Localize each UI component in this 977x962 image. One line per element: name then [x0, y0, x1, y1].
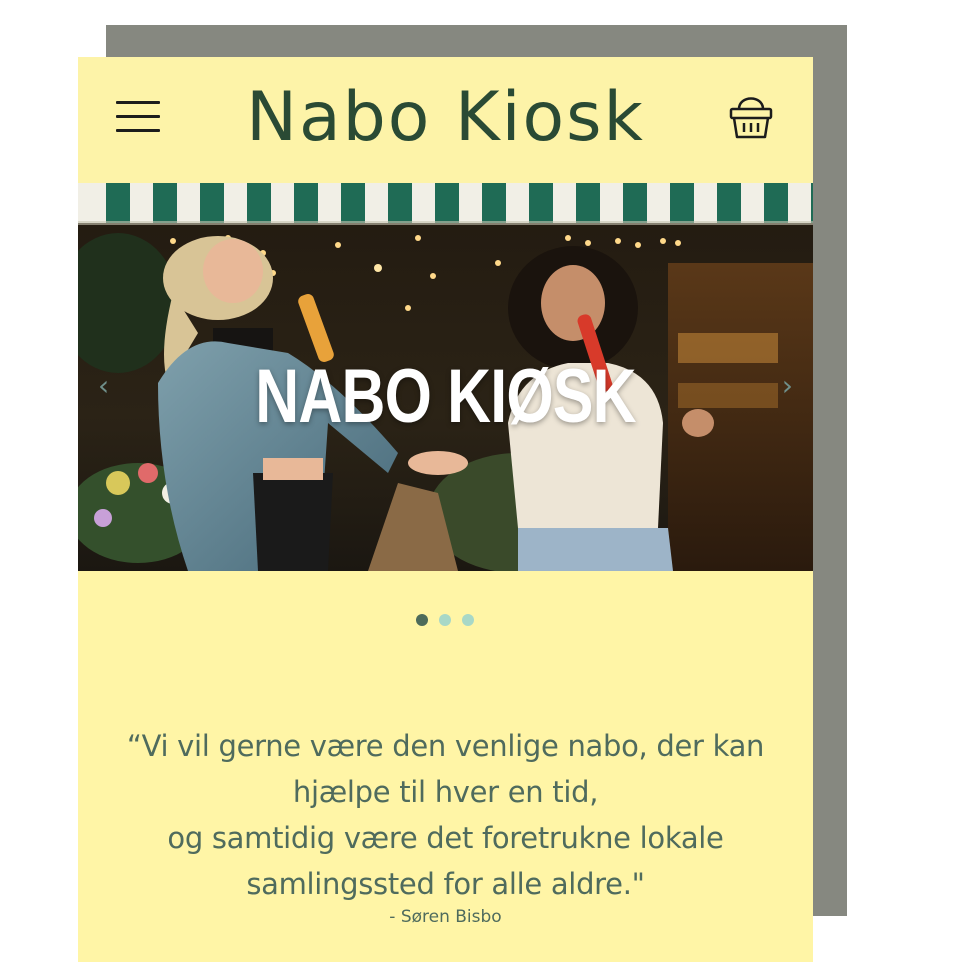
- awning-stripe: [811, 183, 813, 223]
- slide-dot[interactable]: [416, 614, 428, 626]
- slide-dot[interactable]: [439, 614, 451, 626]
- next-slide-arrow[interactable]: ›: [782, 369, 793, 402]
- awning-stripe: [247, 183, 271, 223]
- mobile-page: Nabo Kiosk NABO KIØSK ‹ › “Vi vil gerne …: [78, 57, 813, 962]
- awning-stripe: [482, 183, 506, 223]
- quote-line: “Vi vil gerne være den venlige nabo, der…: [126, 729, 765, 763]
- site-logo[interactable]: Nabo Kiosk: [78, 75, 813, 161]
- awning-stripe: [153, 183, 177, 223]
- hero-title: NABO KIØSK: [255, 354, 636, 439]
- prev-slide-arrow[interactable]: ‹: [98, 369, 109, 402]
- awning-stripe: [435, 183, 459, 223]
- awning-stripe: [576, 183, 600, 223]
- awning-stripe: [200, 183, 224, 223]
- awning-stripe: [341, 183, 365, 223]
- awning-stripe: [388, 183, 412, 223]
- quote-line: samlingssted for alle aldre.": [246, 867, 645, 901]
- awning-stripe: [764, 183, 788, 223]
- slide-dot[interactable]: [462, 614, 474, 626]
- quote-block: “Vi vil gerne være den venlige nabo, der…: [98, 723, 793, 907]
- awning-stripe: [529, 183, 553, 223]
- quote-line: hjælpe til hver en tid,: [292, 775, 599, 809]
- hero-slideshow[interactable]: NABO KIØSK ‹ ›: [78, 183, 813, 571]
- awning-stripe: [623, 183, 647, 223]
- site-header: Nabo Kiosk: [78, 57, 813, 183]
- basket-icon[interactable]: [728, 91, 774, 141]
- quote-author: - Søren Bisbo: [389, 907, 502, 927]
- awning-stripe: [106, 183, 130, 223]
- awning-stripe: [717, 183, 741, 223]
- quote-line: og samtidig være det foretrukne lokale: [167, 821, 724, 855]
- awning-stripe: [670, 183, 694, 223]
- slide-indicators: [416, 614, 474, 626]
- awning-stripe: [294, 183, 318, 223]
